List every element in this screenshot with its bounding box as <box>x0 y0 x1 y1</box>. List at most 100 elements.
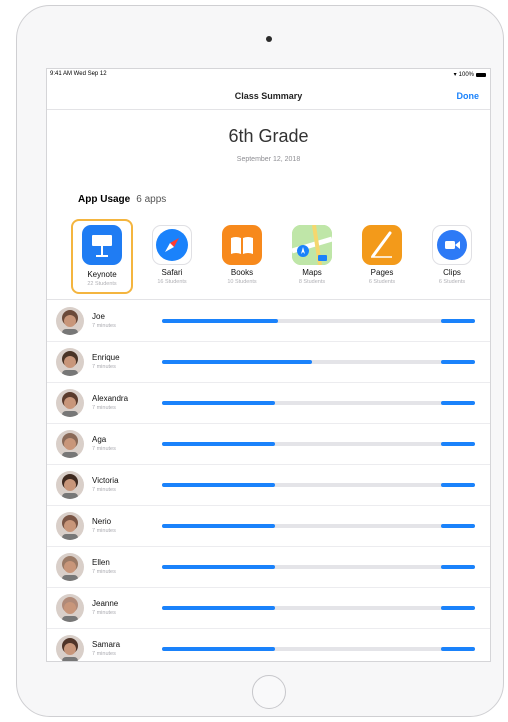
screen: 9:41 AM Wed Sep 12 ▾ 100% Class Summary … <box>46 68 491 662</box>
usage-end-marker <box>441 401 475 405</box>
avatar <box>56 553 84 581</box>
app-count: 10 Students <box>227 279 257 285</box>
usage-track <box>162 319 475 323</box>
usage-bar <box>162 483 275 487</box>
app-name: Books <box>230 268 254 277</box>
student-name: Joe <box>92 312 105 321</box>
keynote-icon <box>82 225 122 265</box>
app-name: Safari <box>161 268 183 277</box>
student-row[interactable]: Ellen 7 minutes <box>47 547 490 588</box>
usage-track <box>162 401 475 405</box>
student-row[interactable]: Samara 7 minutes <box>47 629 490 661</box>
section-divider <box>47 299 490 300</box>
maps-icon <box>292 225 332 265</box>
student-name: Samara <box>92 640 121 649</box>
safari-icon <box>152 225 192 265</box>
usage-end-marker <box>441 360 475 364</box>
usage-bar <box>162 606 275 610</box>
battery-icon <box>476 72 486 77</box>
app-safari[interactable]: Safari 16 Students <box>141 219 203 294</box>
avatar <box>56 307 84 335</box>
usage-bar <box>162 647 275 651</box>
usage-end-marker <box>441 647 475 651</box>
nav-divider <box>47 109 490 110</box>
page-date: September 12, 2018 <box>236 156 301 163</box>
status-indicators: ▾ 100% <box>454 71 486 78</box>
student-name: Victoria <box>92 476 119 485</box>
student-name: Ellen <box>92 558 110 567</box>
usage-track <box>162 647 475 651</box>
app-count: 6 Students <box>368 279 396 285</box>
app-count: 22 Students <box>87 281 117 287</box>
app-pages[interactable]: Pages 6 Students <box>351 219 413 294</box>
usage-end-marker <box>441 319 475 323</box>
app-clips[interactable]: Clips 6 Students <box>421 219 483 294</box>
section-title: App Usage <box>78 194 131 205</box>
page-title: 6th Grade <box>228 126 309 146</box>
avatar <box>56 430 84 458</box>
avatar <box>56 348 84 376</box>
section-header: App Usage 6 apps <box>78 194 166 205</box>
usage-bar <box>162 565 275 569</box>
student-time: 7 minutes <box>92 323 116 329</box>
student-row[interactable]: Aga 7 minutes <box>47 424 490 465</box>
app-name: Keynote <box>87 270 117 279</box>
app-books[interactable]: Books 10 Students <box>211 219 273 294</box>
student-time: 7 minutes <box>92 405 116 411</box>
app-strip: Keynote 22 Students Safari 16 Students B… <box>71 219 483 294</box>
student-name: Aga <box>92 435 107 444</box>
pages-icon <box>362 225 402 265</box>
avatar <box>56 512 84 540</box>
usage-end-marker <box>441 483 475 487</box>
done-button[interactable]: Done <box>457 91 480 101</box>
usage-track <box>162 360 475 364</box>
app-count: 16 Students <box>157 279 187 285</box>
section-count: 6 apps <box>136 194 167 205</box>
student-time: 7 minutes <box>92 569 116 575</box>
usage-track <box>162 606 475 610</box>
usage-track <box>162 483 475 487</box>
app-count: 8 Students <box>298 279 326 285</box>
student-time: 7 minutes <box>92 364 116 370</box>
student-row[interactable]: Joe 7 minutes <box>47 301 490 342</box>
student-time: 7 minutes <box>92 651 116 657</box>
usage-bar <box>162 442 275 446</box>
app-count: 6 Students <box>438 279 466 285</box>
status-bar: 9:41 AM Wed Sep 12 ▾ 100% <box>47 69 490 81</box>
wifi-icon: ▾ <box>453 72 457 78</box>
student-name: Enrique <box>92 353 120 362</box>
clips-icon <box>432 225 472 265</box>
app-name: Maps <box>302 268 322 277</box>
student-row[interactable]: Nerio 7 minutes <box>47 506 490 547</box>
usage-end-marker <box>441 565 475 569</box>
usage-end-marker <box>441 524 475 528</box>
battery-percent: 100% <box>458 71 474 78</box>
nav-title: Class Summary <box>234 91 303 101</box>
student-row[interactable]: Victoria 7 minutes <box>47 465 490 506</box>
usage-end-marker <box>441 606 475 610</box>
app-keynote[interactable]: Keynote 22 Students <box>71 219 133 294</box>
student-name: Alexandra <box>92 394 129 403</box>
app-name: Pages <box>370 268 394 277</box>
avatar <box>56 594 84 622</box>
student-name: Jeanne <box>92 599 119 608</box>
student-row[interactable]: Jeanne 7 minutes <box>47 588 490 629</box>
student-row[interactable]: Alexandra 7 minutes <box>47 383 490 424</box>
avatar <box>56 389 84 417</box>
home-button[interactable] <box>252 675 286 709</box>
student-time: 7 minutes <box>92 528 116 534</box>
books-icon <box>222 225 262 265</box>
app-name: Clips <box>443 268 461 277</box>
camera-icon <box>266 36 272 42</box>
usage-track <box>162 565 475 569</box>
avatar <box>56 635 84 661</box>
app-maps[interactable]: Maps 8 Students <box>281 219 343 294</box>
usage-end-marker <box>441 442 475 446</box>
student-time: 7 minutes <box>92 487 116 493</box>
student-time: 7 minutes <box>92 446 116 452</box>
usage-bar <box>162 524 275 528</box>
usage-track <box>162 442 475 446</box>
usage-bar <box>162 401 275 405</box>
student-row[interactable]: Enrique 7 minutes <box>47 342 490 383</box>
usage-bar <box>162 360 313 364</box>
